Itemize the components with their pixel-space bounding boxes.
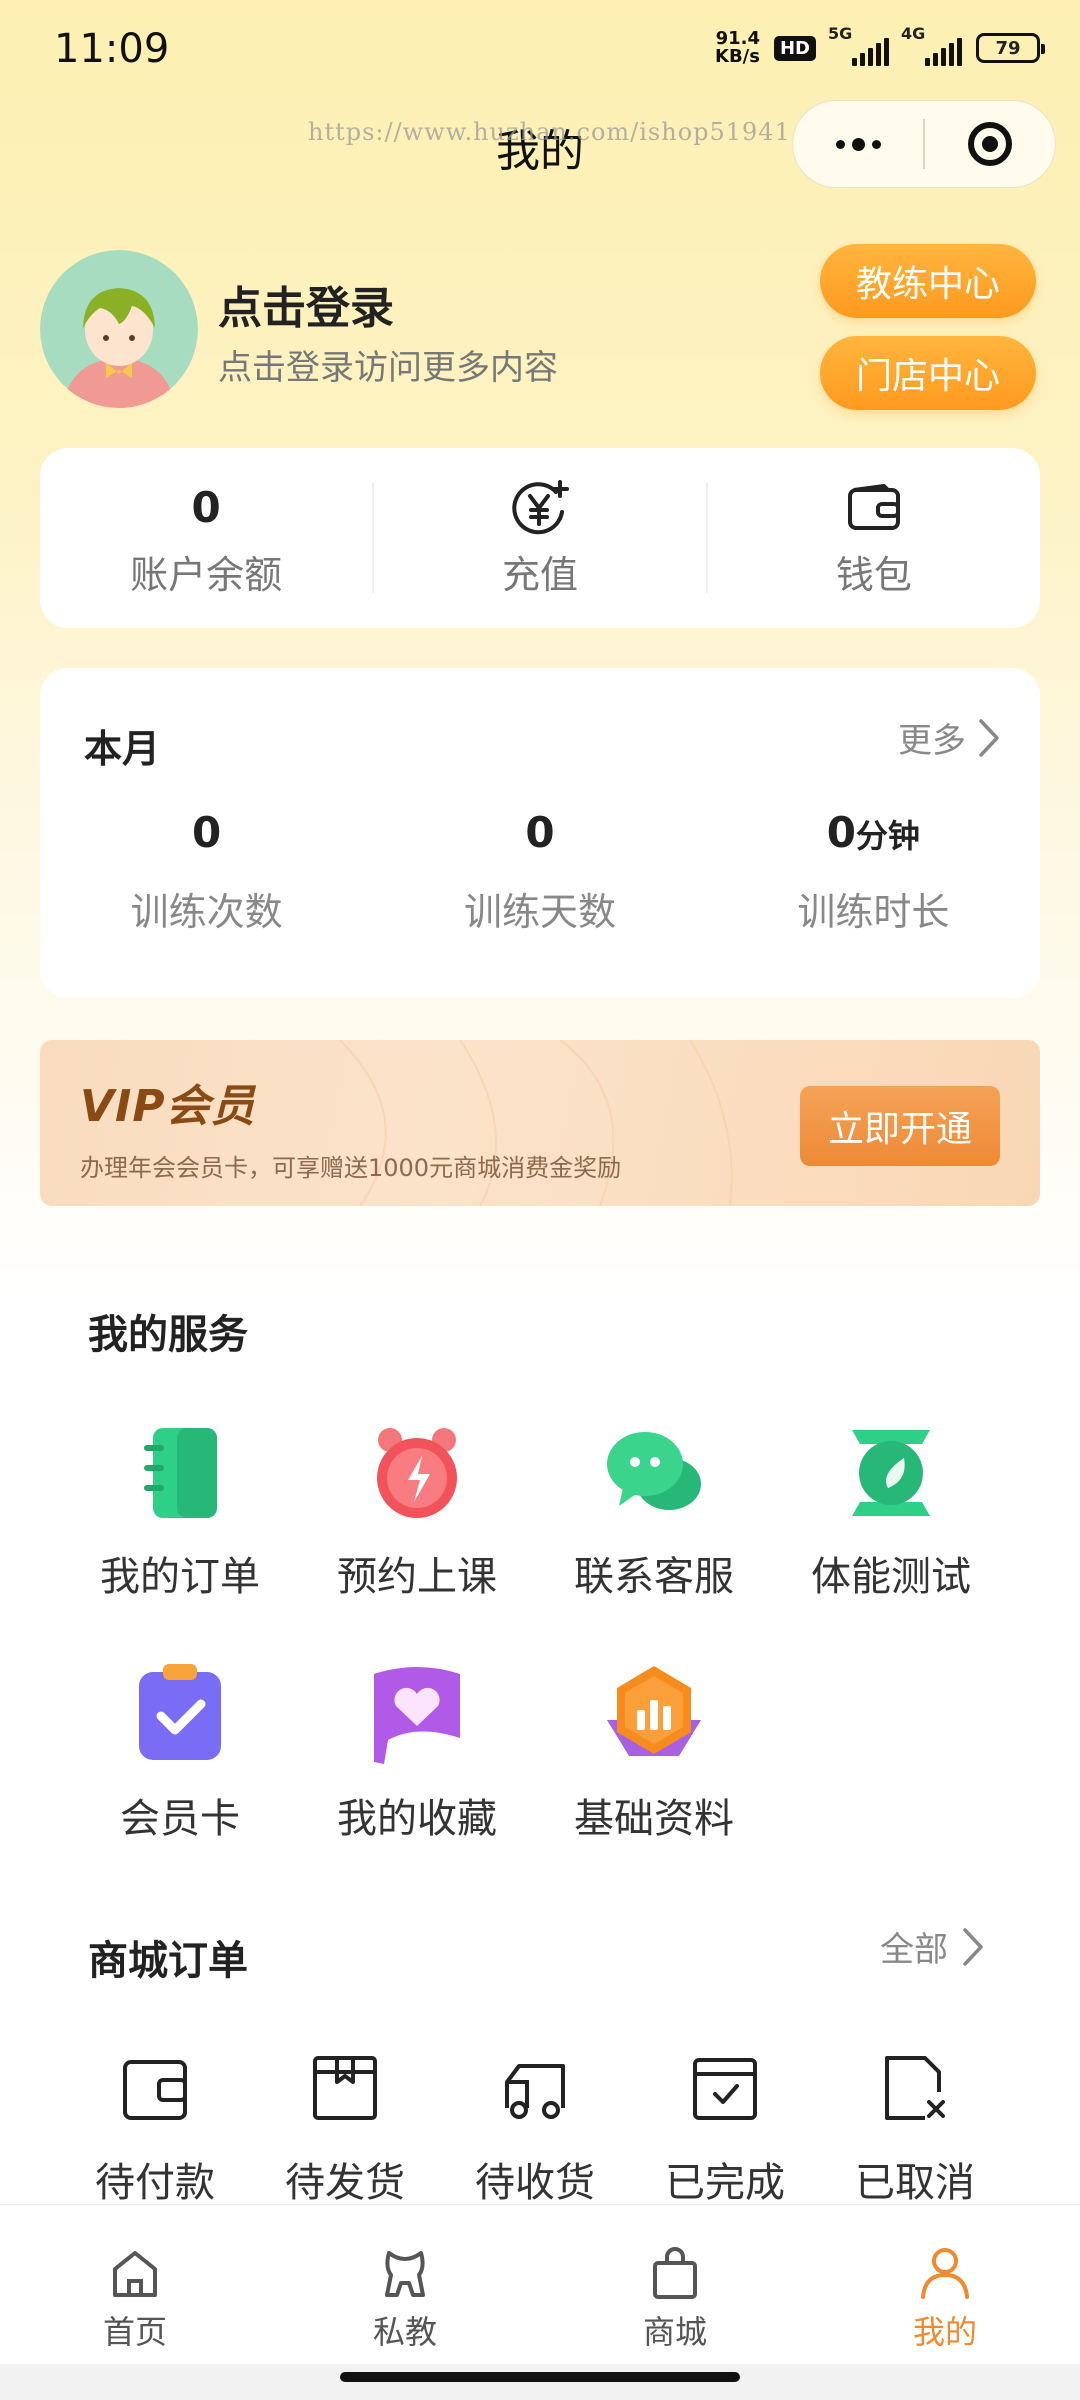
home-indicator[interactable] <box>340 2372 740 2382</box>
alarm-clock-icon <box>362 1418 472 1528</box>
close-mini-program-button[interactable] <box>925 101 1055 187</box>
service-my-orders[interactable]: 我的订单 <box>62 1418 298 1602</box>
status-bar: 11:09 91.4 KB/s HD 5G 4G 79 <box>0 0 1080 100</box>
net-speed: 91.4 KB/s <box>715 28 760 67</box>
service-member-card[interactable]: 会员卡 <box>62 1660 298 1844</box>
coach-icon <box>385 2251 425 2297</box>
services-title: 我的服务 <box>88 1312 248 1358</box>
service-book-class[interactable]: 预约上课 <box>299 1418 535 1602</box>
hd-badge: HD <box>773 35 816 61</box>
service-contact-support[interactable]: 联系客服 <box>536 1418 772 1602</box>
bar-chart-badge-icon <box>599 1660 709 1770</box>
wallet-label: 钱包 <box>835 552 912 597</box>
vip-title: VIP会员 <box>80 1081 256 1132</box>
system-nav-area <box>0 2364 1080 2400</box>
tab-shop[interactable]: 商城 <box>540 2205 810 2364</box>
orders-title: 商城订单 <box>88 1938 248 1984</box>
document-cancel-icon <box>885 2056 945 2120</box>
balance-value: 0 <box>191 482 221 532</box>
recharge-label: 充值 <box>501 552 578 597</box>
coach-center-button[interactable]: 教练中心 <box>820 244 1036 318</box>
wallet-button[interactable]: 钱包 <box>708 448 1040 628</box>
mini-program-capsule <box>792 100 1056 188</box>
heart-flag-icon <box>362 1660 472 1770</box>
vip-banner[interactable]: VIP会员 办理年会会员卡，可享赠送1000元商城消费金奖励 立即开通 <box>40 1040 1040 1206</box>
month-title: 本月 <box>84 727 161 771</box>
order-pending-shipment[interactable]: 待发货 <box>250 2052 440 2208</box>
login-title[interactable]: 点击登录 <box>218 272 394 336</box>
month-more-link[interactable]: 更多 <box>898 713 1000 762</box>
vip-open-button[interactable]: 立即开通 <box>800 1086 1000 1166</box>
wallet-icon <box>123 2060 187 2120</box>
status-icons: 91.4 KB/s HD 5G 4G 79 <box>715 24 1045 67</box>
tab-home[interactable]: 首页 <box>0 2205 270 2364</box>
signal-4g-icon: 4G <box>901 24 962 66</box>
service-basic-info[interactable]: 基础资料 <box>536 1660 772 1844</box>
tab-mine[interactable]: 我的 <box>810 2205 1080 2364</box>
recharge-button[interactable]: 充值 <box>374 448 706 628</box>
battery-icon: 79 <box>976 33 1045 63</box>
chevron-right-icon <box>979 718 999 757</box>
avatar[interactable] <box>40 250 198 408</box>
orders-all-link[interactable]: 全部 <box>880 1922 984 1971</box>
more-options-button[interactable] <box>793 101 923 187</box>
service-fitness-test[interactable]: 体能测试 <box>773 1418 1009 1602</box>
calendar-check-icon <box>693 2058 757 2120</box>
target-circle-icon <box>967 122 1012 166</box>
notebook-icon <box>125 1418 235 1528</box>
vip-description: 办理年会会员卡，可享赠送1000元商城消费金奖励 <box>80 1154 622 1182</box>
order-pending-payment[interactable]: 待付款 <box>60 2052 250 2208</box>
wallet-card: 0 账户余额 充值 钱包 <box>40 448 1040 628</box>
login-subtitle: 点击登录访问更多内容 <box>218 348 558 388</box>
shopping-bag-icon <box>653 2247 697 2299</box>
month-stats-card: 本月 更多 0 训练次数 0 训练天数 0分钟 训练时长 <box>40 668 1040 998</box>
account-balance[interactable]: 0 账户余额 <box>40 448 372 628</box>
stat-training-duration: 0分钟 训练时长 <box>797 808 950 934</box>
order-completed[interactable]: 已完成 <box>630 2052 820 2208</box>
wallet-icon <box>844 478 904 538</box>
order-pending-receipt[interactable]: 待收货 <box>440 2052 630 2208</box>
bottom-tab-bar: 首页 私教 商城 我的 <box>0 2204 1080 2364</box>
truck-icon <box>505 2064 565 2119</box>
month-stats: 0 训练次数 0 训练天数 0分钟 训练时长 <box>40 808 1040 936</box>
more-dots-icon <box>835 137 881 151</box>
yen-plus-icon <box>510 478 570 538</box>
signal-5g-icon: 5G <box>828 24 889 66</box>
tab-coach[interactable]: 私教 <box>270 2205 540 2364</box>
order-cancelled[interactable]: 已取消 <box>820 2052 1010 2208</box>
status-time: 11:09 <box>54 26 170 72</box>
scale-icon <box>836 1418 946 1528</box>
stat-training-days: 0 训练天数 <box>463 808 616 934</box>
service-favorites[interactable]: 我的收藏 <box>299 1660 535 1844</box>
chat-bubble-icon <box>599 1418 709 1528</box>
home-icon <box>113 2251 157 2297</box>
watermark-text: https://www.huzhan.com/ishop51941 <box>308 118 791 146</box>
chevron-right-icon <box>963 1927 983 1966</box>
user-icon <box>921 2248 969 2299</box>
package-icon <box>313 2056 377 2120</box>
store-center-button[interactable]: 门店中心 <box>820 336 1036 410</box>
balance-label: 账户余额 <box>130 552 283 597</box>
stat-training-count: 0 训练次数 <box>130 808 283 934</box>
clipboard-check-icon <box>125 1660 235 1770</box>
